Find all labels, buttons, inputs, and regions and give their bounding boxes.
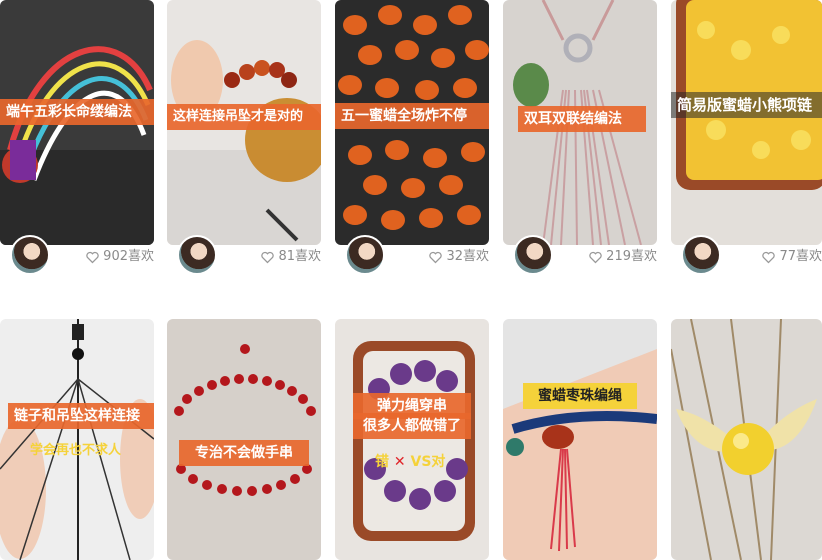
video-title-banner: 链子和吊坠这样连接	[8, 403, 154, 429]
heart-outline-icon	[86, 251, 99, 263]
video-meta: 219喜欢	[503, 235, 657, 275]
video-thumbnail[interactable]: 蜜蜡枣珠编绳	[503, 319, 657, 560]
heart-outline-icon	[261, 251, 275, 263]
avatar[interactable]	[177, 235, 217, 275]
heart-outline-icon	[429, 251, 443, 263]
like-count[interactable]: 219喜欢	[588, 247, 657, 267]
video-title-banner: 端午五彩长命缕编法	[0, 99, 154, 125]
video-thumbnail[interactable]: 弹力绳穿串 很多人都做错了 错 ✕ VS对	[335, 319, 489, 560]
like-count[interactable]: 32喜欢	[428, 247, 489, 267]
video-title-banner: 双耳双联结编法	[518, 106, 646, 132]
video-thumbnail[interactable]: 专治不会做手串	[167, 319, 321, 560]
video-title-banner: 这样连接吊坠才是对的	[167, 104, 321, 130]
like-count[interactable]: 81喜欢	[260, 247, 321, 267]
like-count-text: 77喜欢	[779, 249, 822, 264]
video-title-banner: 五一蜜蜡全场炸不停	[335, 103, 489, 129]
wrong-tag: 错	[375, 454, 389, 470]
video-title-banner: 专治不会做手串	[179, 440, 309, 466]
video-thumbnail[interactable]: 链子和吊坠这样连接 学会再也不求人	[0, 319, 154, 560]
video-meta: 81喜欢	[167, 235, 321, 275]
like-count[interactable]: 902喜欢	[85, 247, 154, 267]
comparison-tag: 错 ✕ VS对	[375, 451, 445, 471]
video-thumbnail[interactable]: 双耳双联结编法	[503, 0, 657, 245]
video-subtitle: 很多人都做错了	[353, 413, 471, 439]
video-feed-grid: 端午五彩长命缕编法 902喜欢 这样连接吊坠才是对的 81喜欢 五一蜜蜡全场炸不…	[0, 0, 822, 560]
avatar[interactable]	[345, 235, 385, 275]
video-thumbnail[interactable]	[671, 319, 822, 560]
video-meta: 32喜欢	[335, 235, 489, 275]
like-count-text: 32喜欢	[446, 249, 489, 264]
heart-outline-icon	[589, 251, 602, 263]
video-meta: 77喜欢	[671, 235, 822, 275]
video-title-banner: 蜜蜡枣珠编绳	[523, 383, 637, 409]
avatar[interactable]	[513, 235, 553, 275]
video-subtitle: 学会再也不求人	[30, 443, 122, 458]
video-thumbnail[interactable]: 简易版蜜蜡小熊项链	[671, 0, 822, 245]
like-count-text: 81喜欢	[278, 249, 321, 264]
avatar[interactable]	[681, 235, 721, 275]
video-thumbnail[interactable]: 端午五彩长命缕编法	[0, 0, 154, 245]
like-count-text: 902喜欢	[103, 249, 154, 264]
like-count-text: 219喜欢	[606, 249, 657, 264]
like-count[interactable]: 77喜欢	[761, 247, 822, 267]
avatar[interactable]	[10, 235, 50, 275]
heart-outline-icon	[762, 251, 776, 263]
video-meta: 902喜欢	[0, 235, 154, 275]
video-title-banner: 简易版蜜蜡小熊项链	[671, 92, 822, 118]
video-thumbnail[interactable]: 这样连接吊坠才是对的	[167, 0, 321, 245]
cross-icon: ✕	[389, 454, 411, 470]
right-tag: VS对	[410, 454, 446, 470]
video-thumbnail[interactable]: 五一蜜蜡全场炸不停	[335, 0, 489, 245]
